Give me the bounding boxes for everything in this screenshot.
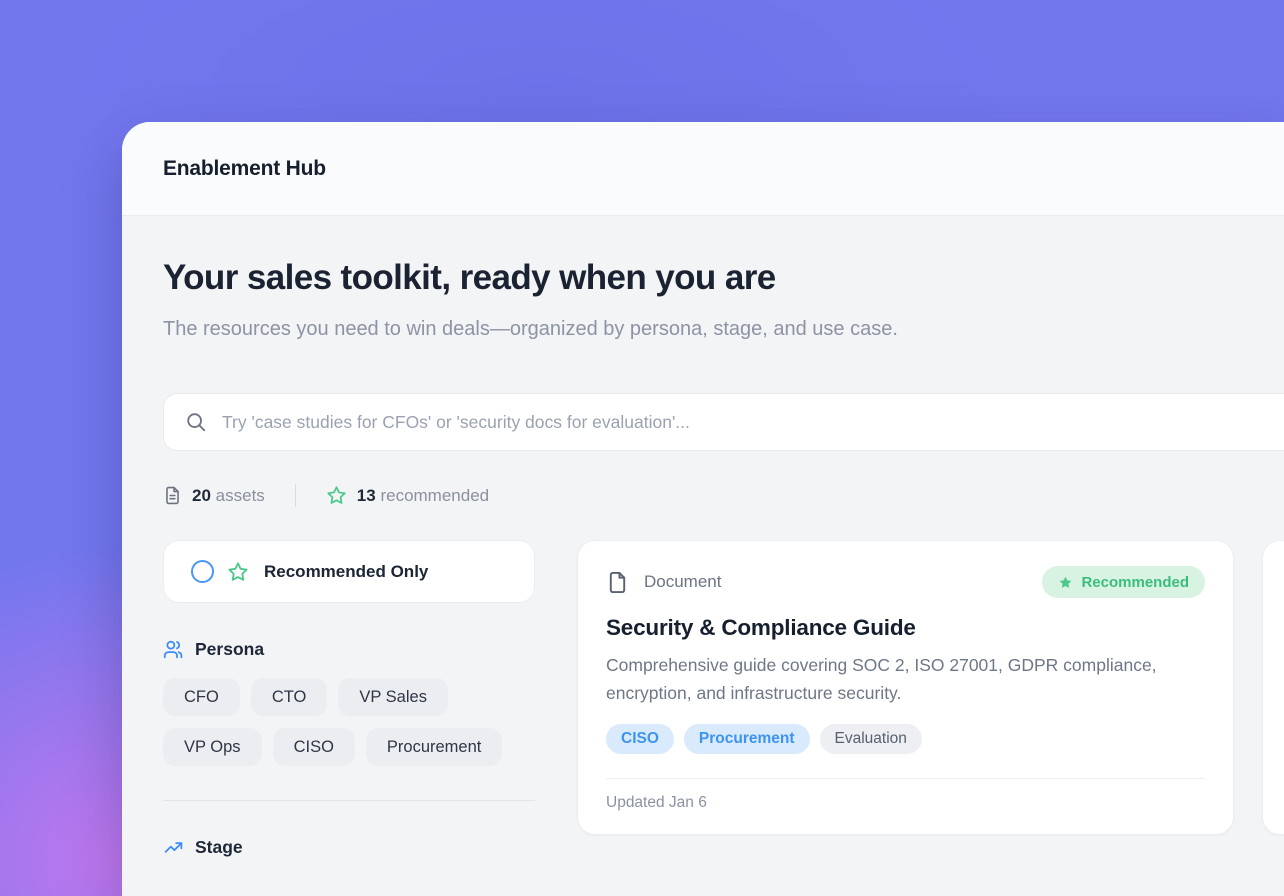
persona-section-label: Persona bbox=[195, 639, 264, 660]
filters-sidebar: Recommended Only Persona CFO bbox=[163, 540, 535, 858]
persona-section-header: Persona bbox=[163, 639, 535, 660]
radio-unchecked-icon[interactable] bbox=[191, 560, 214, 583]
persona-pill-vp-ops[interactable]: VP Ops bbox=[163, 728, 262, 766]
stats-divider bbox=[295, 484, 296, 507]
asset-updated: Updated Jan 6 bbox=[606, 794, 1205, 812]
search-input[interactable] bbox=[222, 412, 1284, 433]
asset-title: Security & Compliance Guide bbox=[606, 615, 1205, 641]
recommended-stat: 13 recommended bbox=[326, 485, 489, 506]
card-header-row: Document Recommended bbox=[606, 566, 1205, 598]
file-text-icon bbox=[163, 486, 182, 505]
stage-section-label: Stage bbox=[195, 837, 243, 858]
asset-type-label: Document bbox=[644, 572, 721, 592]
persona-pill-procurement[interactable]: Procurement bbox=[366, 728, 502, 766]
asset-cards: Document Recommended Security & Complian… bbox=[577, 540, 1284, 858]
app-title: Enablement Hub bbox=[163, 157, 326, 181]
panel-header: Enablement Hub bbox=[122, 122, 1284, 216]
content-row: Recommended Only Persona CFO bbox=[163, 540, 1284, 858]
persona-pill-cto[interactable]: CTO bbox=[251, 678, 328, 716]
tag-evaluation: Evaluation bbox=[820, 724, 922, 754]
asset-description: Comprehensive guide covering SOC 2, ISO … bbox=[606, 651, 1168, 707]
assets-count: 20 bbox=[192, 486, 211, 505]
users-icon bbox=[163, 639, 184, 660]
persona-pills: CFO CTO VP Sales VP Ops CISO Procurement bbox=[163, 678, 535, 766]
tag-ciso: CISO bbox=[606, 724, 674, 754]
card-divider bbox=[606, 778, 1205, 779]
stats-row: 20 assets 13 recommended bbox=[163, 484, 1284, 507]
trending-up-icon bbox=[163, 837, 184, 858]
recommended-badge-label: Recommended bbox=[1081, 574, 1189, 591]
recommended-only-label: Recommended Only bbox=[264, 562, 428, 582]
sidebar-divider bbox=[163, 800, 535, 801]
star-icon bbox=[326, 485, 347, 506]
recommended-badge: Recommended bbox=[1042, 566, 1205, 598]
assets-label: assets bbox=[216, 486, 265, 505]
star-filled-icon bbox=[1058, 575, 1073, 590]
recommended-label: recommended bbox=[380, 486, 489, 505]
persona-pill-vp-sales[interactable]: VP Sales bbox=[338, 678, 448, 716]
search-icon bbox=[185, 411, 207, 433]
persona-pill-cfo[interactable]: CFO bbox=[163, 678, 240, 716]
star-icon bbox=[227, 561, 249, 583]
enablement-hub-panel: Enablement Hub Your sales toolkit, ready… bbox=[122, 122, 1284, 896]
tag-procurement: Procurement bbox=[684, 724, 810, 754]
recommended-only-toggle[interactable]: Recommended Only bbox=[163, 540, 535, 603]
page-title: Your sales toolkit, ready when you are bbox=[163, 258, 1284, 298]
asset-card-partial[interactable] bbox=[1262, 540, 1284, 835]
recommended-count: 13 bbox=[357, 486, 376, 505]
stage-section-header: Stage bbox=[163, 837, 535, 858]
persona-pill-ciso[interactable]: CISO bbox=[273, 728, 355, 766]
asset-card-security-compliance[interactable]: Document Recommended Security & Complian… bbox=[577, 540, 1234, 835]
page-subtitle: The resources you need to win deals—orga… bbox=[163, 312, 933, 346]
assets-stat: 20 assets bbox=[163, 486, 265, 506]
search-bar[interactable] bbox=[163, 393, 1284, 451]
panel-body: Your sales toolkit, ready when you are T… bbox=[122, 258, 1284, 858]
file-icon bbox=[606, 571, 629, 594]
asset-tags: CISO Procurement Evaluation bbox=[606, 724, 1205, 754]
